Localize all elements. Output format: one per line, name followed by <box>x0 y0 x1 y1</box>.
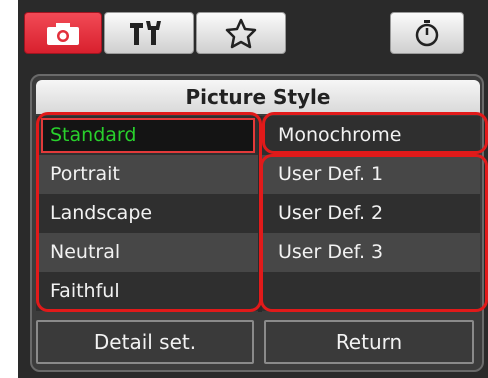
style-monochrome[interactable]: Monochrome <box>278 116 401 154</box>
style-faithful[interactable]: Faithful <box>50 272 120 310</box>
style-neutral[interactable]: Neutral <box>50 233 120 271</box>
column-divider <box>258 116 262 312</box>
tab-shooting[interactable] <box>24 12 102 54</box>
tab-timer[interactable] <box>390 12 464 54</box>
panel-title: Picture Style <box>36 80 480 114</box>
camera-icon <box>43 19 83 47</box>
style-landscape[interactable]: Landscape <box>50 194 152 232</box>
detail-set-button[interactable]: Detail set. <box>36 320 254 364</box>
star-icon <box>223 17 259 49</box>
style-user-def-3[interactable]: User Def. 3 <box>278 233 383 271</box>
wrench-tools-icon <box>126 17 172 49</box>
style-portrait[interactable]: Portrait <box>50 155 120 193</box>
style-user-def-1[interactable]: User Def. 1 <box>278 155 383 193</box>
tab-my-menu[interactable] <box>196 12 286 54</box>
stopwatch-icon <box>411 17 443 49</box>
return-button[interactable]: Return <box>264 320 474 364</box>
style-user-def-2[interactable]: User Def. 2 <box>278 194 383 232</box>
tab-setup[interactable] <box>104 12 194 54</box>
style-standard[interactable]: Standard <box>50 116 136 154</box>
